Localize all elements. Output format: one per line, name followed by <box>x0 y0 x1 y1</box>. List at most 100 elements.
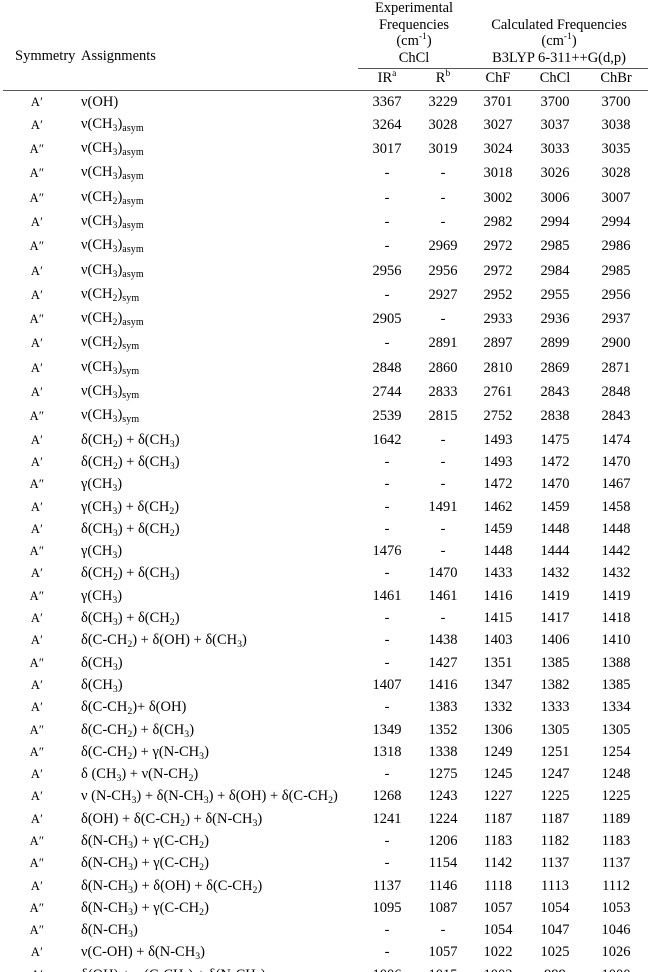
cell-chcl: 1247 <box>540 766 570 783</box>
cell-ir: 1642 <box>372 431 402 448</box>
cell-chcl: 1047 <box>540 922 570 939</box>
header-assignments: Assignments <box>81 48 156 64</box>
cell-chf: 2897 <box>483 335 513 352</box>
cell-chcl: 2984 <box>540 262 570 279</box>
header-calculated-group: Calculated Frequencies (cm-1) <box>470 0 648 50</box>
cell-chf: 1142 <box>483 855 513 872</box>
cell-ir: 1407 <box>372 676 402 693</box>
cell-assignment: ν(CH3)asym <box>81 212 144 231</box>
cell-ir: - <box>384 453 390 470</box>
cell-chf: 2972 <box>483 262 513 279</box>
cell-chf: 1183 <box>483 833 513 849</box>
cell-chbr: 1305 <box>601 721 631 738</box>
cell-chbr: 1448 <box>601 520 631 537</box>
cell-chf: 1459 <box>483 520 513 537</box>
cell-ir: - <box>384 944 390 961</box>
cell-chcl: 1417 <box>540 610 570 627</box>
cell-symmetry: A′ <box>30 499 44 514</box>
cell-ir: - <box>384 565 390 582</box>
cell-ir: 1349 <box>372 721 402 738</box>
cell-chbr: 1432 <box>601 565 631 582</box>
cell-chf: 3027 <box>483 116 513 133</box>
cell-r: - <box>440 165 446 182</box>
cell-r: 1438 <box>428 632 458 649</box>
cell-ir: 3367 <box>372 93 402 110</box>
table-row: A′ δ(C-CH2)+ δ(OH) - 1383 1332 1333 1334 <box>3 696 648 718</box>
cell-chcl: 2955 <box>540 286 570 303</box>
cell-symmetry: A′ <box>30 566 44 581</box>
calculated-line1: Calculated Frequencies <box>491 16 627 33</box>
cell-assignment: ν(CH3)asym <box>81 237 144 256</box>
cell-ir: 1318 <box>372 743 402 760</box>
table-row: A″ δ(N-CH3) + γ(C-CH2) - 1154 1142 1137 1137 <box>3 852 648 874</box>
cell-r: 1243 <box>428 788 458 805</box>
experimental-line1: Experimental <box>374 0 454 16</box>
cell-r: 1015 <box>416 964 470 972</box>
cell-chcl: 3700 <box>540 93 570 110</box>
cell-ir: 1137 <box>372 877 402 894</box>
cell-chbr: 1419 <box>601 587 631 604</box>
cell-ir: - <box>384 189 390 206</box>
cell-chf: 1003 <box>470 964 526 972</box>
cell-r: 1057 <box>428 944 458 961</box>
table-row: A″ ν(CH3)asym - - 3018 3026 3028 <box>3 161 648 185</box>
cell-symmetry: A″ <box>29 544 45 559</box>
table-row: A″ γ(CH3) 1461 1461 1416 1419 1419 <box>3 585 648 607</box>
experimental-method: ChCl <box>398 49 430 66</box>
cell-r: - <box>440 543 446 560</box>
cell-chbr: 2994 <box>601 213 631 230</box>
table-page: Symmetry Assignments Experimental Freque… <box>0 0 651 972</box>
cell-chf: 1415 <box>483 610 513 627</box>
cell-chf: 2752 <box>483 408 513 425</box>
cell-symmetry: A″ <box>29 409 45 424</box>
cell-ir: 1476 <box>372 543 402 560</box>
cell-symmetry: A″ <box>29 834 45 848</box>
cell-symmetry: A′ <box>30 360 44 375</box>
cell-chf: 1448 <box>483 543 513 560</box>
cell-symmetry: A′ <box>30 878 44 893</box>
cell-ir: - <box>384 476 390 493</box>
cell-chcl: 1182 <box>540 833 570 849</box>
header-column-row: IRa Rb ChF ChCl ChBr <box>3 69 648 90</box>
cell-assignment: δ(N-CH3) + γ(C-CH2) <box>81 899 209 918</box>
calculated-method: B3LYP 6-311++G(d,p) <box>492 49 626 66</box>
cell-chbr: 1334 <box>601 699 631 716</box>
table-row: A″ δ(N-CH3) + γ(C-CH2) 1095 1087 1057 1054 105… <box>3 897 648 919</box>
cell-r: 2833 <box>428 384 458 401</box>
cell-symmetry: A′ <box>30 432 44 447</box>
cell-chcl: 1187 <box>540 810 570 827</box>
cell-ir: 3264 <box>372 116 402 133</box>
cell-symmetry: A″ <box>29 166 45 181</box>
cell-chcl: 1025 <box>540 944 570 961</box>
cell-ir: 1461 <box>372 587 402 604</box>
cell-chcl: 3026 <box>540 165 570 182</box>
cell-assignment: ν(CH2)sym <box>81 334 140 353</box>
table-row: A″ ν(CH3)sym 2539 2815 2752 2838 2843 <box>3 404 648 428</box>
cell-r: - <box>440 476 446 493</box>
cell-chcl: 2899 <box>540 335 570 352</box>
cell-assignment: δ(C-CH2)+ δ(OH) <box>81 699 187 718</box>
cell-ir: 2905 <box>372 311 402 328</box>
cell-r: - <box>440 520 446 537</box>
cell-symmetry: A″ <box>29 923 45 938</box>
cell-chcl: 1382 <box>540 676 570 693</box>
table-row: A′ ν(CH3)asym - - 2982 2994 2994 <box>3 210 648 234</box>
cell-symmetry: A′ <box>30 633 44 648</box>
cell-chf: 1351 <box>483 654 513 671</box>
cell-chbr: 3028 <box>601 165 631 182</box>
colhdr-spacer-symmetry <box>3 69 71 90</box>
cell-ir: 1095 <box>372 899 402 916</box>
header-experimental-group: Experimental Frequencies (cm-1) <box>358 0 470 50</box>
cell-chbr: 2937 <box>601 311 631 328</box>
cell-chbr: 1458 <box>601 498 631 515</box>
cell-chf: 1249 <box>483 743 513 760</box>
table-row: A′ ν(CH3)asym 2956 2956 2972 2984 2985 <box>3 259 648 283</box>
cell-assignment: ν(CH3)sym <box>81 358 140 377</box>
cell-chbr: 1137 <box>601 855 631 872</box>
table-row: A′ δ(CH3) + δ(CH2) - - 1459 1448 1448 <box>3 518 648 540</box>
cell-chbr: 2871 <box>601 359 631 376</box>
table-row: A′ δ(CH2) + δ(CH3) - 1470 1433 1432 1432 <box>3 562 648 584</box>
cell-ir: 2848 <box>372 359 402 376</box>
cell-r: 1087 <box>428 899 458 916</box>
cell-symmetry: A″ <box>29 856 45 871</box>
